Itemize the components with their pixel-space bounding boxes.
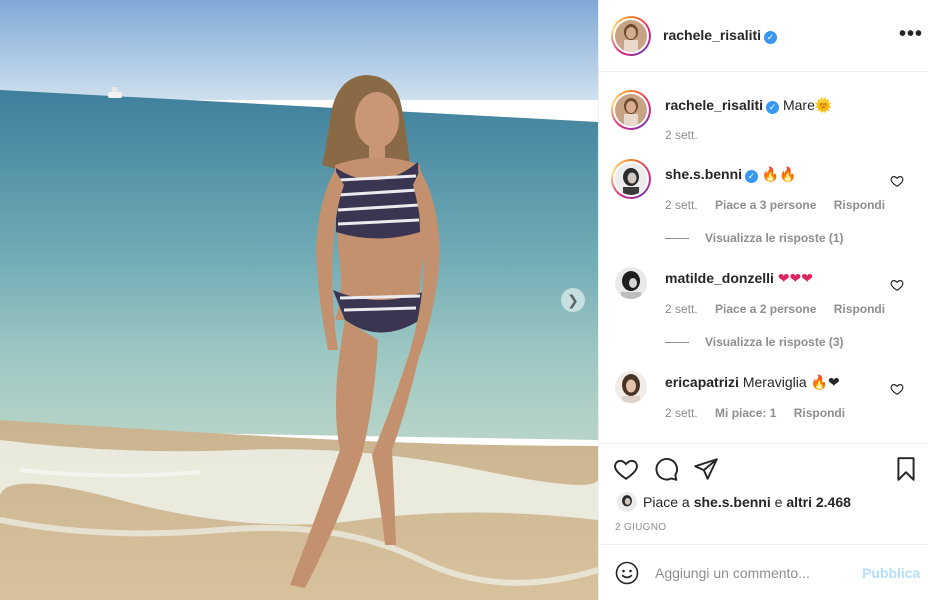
comment-likes[interactable]: Mi piace: 1	[715, 406, 776, 420]
comment-age[interactable]: 2 sett.	[665, 302, 698, 316]
comment-text: matilde_donzelli ❤❤❤	[665, 270, 813, 287]
heart-icon[interactable]	[890, 278, 904, 292]
reply-button[interactable]: Rispondi	[794, 406, 845, 420]
commenter-avatar[interactable]	[611, 159, 651, 199]
liker-avatar[interactable]	[617, 492, 637, 512]
comment-input[interactable]	[655, 561, 855, 585]
post-actions: Piace a she.s.benni e altri 2.468 2 GIUG…	[599, 444, 928, 544]
view-replies-button[interactable]: Visualizza le risposte (1)	[665, 231, 844, 245]
post-photo: ❯	[0, 0, 598, 600]
comment-meta: 2 sett. Mi piace: 1 Rispondi	[665, 406, 859, 420]
comment-likes[interactable]: Piace a 2 persone	[715, 302, 816, 316]
paper-plane-icon[interactable]	[693, 456, 719, 482]
avatar-image	[615, 163, 647, 195]
heart-icon[interactable]	[890, 174, 904, 188]
next-photo-button[interactable]: ❯	[561, 288, 585, 312]
likes-prefix: Piace a	[643, 494, 690, 510]
verified-badge-icon: ✓	[766, 101, 780, 114]
view-replies-label: Visualizza le risposte (3)	[705, 335, 844, 349]
comment-bubble-icon[interactable]	[653, 456, 679, 482]
comment-likes[interactable]: Piace a 3 persone	[715, 198, 816, 212]
add-comment-bar: Pubblica	[599, 544, 928, 600]
avatar-image	[615, 94, 647, 126]
author-username[interactable]: rachele_risaliti	[663, 27, 761, 43]
caption-avatar[interactable]	[611, 90, 651, 130]
replies-divider	[665, 341, 689, 343]
view-replies-label: Visualizza le risposte (1)	[705, 231, 844, 245]
beach-photo	[0, 0, 598, 600]
comment-username[interactable]: matilde_donzelli	[665, 270, 774, 286]
avatar-image	[615, 20, 647, 52]
likes-summary: Piace a she.s.benni e altri 2.468	[617, 492, 851, 512]
caption-row: rachele_risaliti ✓ Mare🌞 2 sett.	[599, 72, 928, 152]
commenter-avatar[interactable]	[615, 371, 647, 403]
reply-button[interactable]: Rispondi	[834, 198, 885, 212]
comment-item: matilde_donzelli ❤❤❤ 2 sett. Piace a 2 p…	[599, 256, 928, 360]
view-replies-button[interactable]: Visualizza le risposte (3)	[665, 335, 844, 349]
comment-text: she.s.benni ✓ 🔥🔥	[665, 166, 797, 183]
smiley-icon[interactable]	[615, 561, 639, 585]
comment-age[interactable]: 2 sett.	[665, 198, 698, 212]
caption-meta: 2 sett.	[665, 128, 712, 142]
post-date[interactable]: 2 GIUGNO	[615, 522, 666, 533]
author-name-row: rachele_risaliti ✓	[663, 27, 778, 44]
comment-age[interactable]: 2 sett.	[665, 406, 698, 420]
heart-icon[interactable]	[613, 456, 639, 482]
comment-item: she.s.benni ✓ 🔥🔥 2 sett. Piace a 3 person…	[599, 152, 928, 256]
reply-button[interactable]: Rispondi	[834, 302, 885, 316]
post-modal: ❯ rachele_risaliti ✓ ••• rachele_risalit…	[0, 0, 928, 600]
comment-username[interactable]: she.s.benni	[665, 166, 742, 182]
likes-middle: e	[770, 494, 787, 510]
comment-item: ericapatrizi Meraviglia 🔥❤ 2 sett. Mi pi…	[599, 360, 928, 443]
caption-username[interactable]: rachele_risaliti	[665, 97, 763, 113]
chevron-right-icon: ❯	[567, 291, 579, 308]
verified-badge-icon: ✓	[764, 31, 778, 44]
caption-text: rachele_risaliti ✓ Mare🌞	[665, 97, 832, 114]
post-header: rachele_risaliti ✓ •••	[599, 0, 928, 72]
comments-list[interactable]: rachele_risaliti ✓ Mare🌞 2 sett. she.s.b…	[599, 72, 928, 444]
replies-divider	[665, 237, 689, 239]
post-sidebar: rachele_risaliti ✓ ••• rachele_risaliti …	[598, 0, 928, 600]
more-options-icon[interactable]: •••	[899, 23, 923, 46]
heart-icon[interactable]	[890, 382, 904, 396]
comment-body: 🔥🔥	[761, 166, 797, 182]
commenter-avatar[interactable]	[615, 267, 647, 299]
author-avatar[interactable]	[611, 16, 651, 56]
caption-age[interactable]: 2 sett.	[665, 128, 698, 142]
comment-body: ❤❤❤	[777, 270, 814, 286]
comment-username[interactable]: ericapatrizi	[665, 374, 739, 390]
comment-text: ericapatrizi Meraviglia 🔥❤	[665, 374, 840, 391]
comment-meta: 2 sett. Piace a 2 persone Rispondi	[665, 302, 899, 316]
comment-meta: 2 sett. Piace a 3 persone Rispondi	[665, 198, 899, 212]
bookmark-icon[interactable]	[893, 456, 919, 482]
likes-others-link[interactable]: altri 2.468	[786, 494, 851, 510]
caption-body: Mare🌞	[782, 97, 833, 113]
publish-button[interactable]: Pubblica	[862, 565, 920, 581]
likes-user-link[interactable]: she.s.benni	[694, 494, 771, 510]
verified-badge-icon: ✓	[745, 170, 759, 183]
comment-body: Meraviglia 🔥❤	[742, 374, 840, 390]
